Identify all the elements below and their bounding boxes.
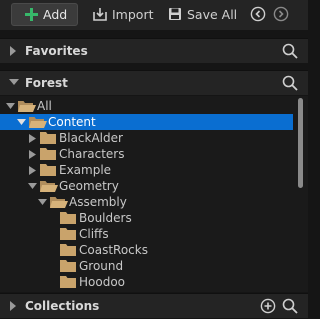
tree-item-label: Hoodoo (79, 275, 126, 289)
chevron-down-icon[interactable] (28, 182, 37, 190)
back-icon[interactable] (250, 6, 266, 22)
toolbar: Add Import Save All (0, 0, 308, 30)
tree-item-ground[interactable]: Ground (0, 258, 293, 274)
add-circle-icon[interactable] (260, 298, 276, 314)
chevron-right-icon (10, 301, 16, 311)
favorites-title: Favorites (25, 44, 88, 58)
folder-icon (60, 260, 76, 272)
tree-item-label: CoastRocks (79, 243, 148, 257)
import-button-label: Import (112, 7, 154, 22)
save-all-button-label: Save All (187, 7, 238, 22)
tree-item-geometry[interactable]: Geometry (0, 178, 293, 194)
tree-item-label: Example (59, 163, 112, 177)
tree-item-label: Ground (79, 259, 124, 273)
folder-icon (40, 148, 56, 160)
tree-item-label: Cliffs (79, 227, 109, 241)
tree-item-all[interactable]: All (0, 98, 293, 114)
tree-item-example[interactable]: Example (0, 162, 293, 178)
tree-item-hoodoo[interactable]: Hoodoo (0, 274, 293, 290)
folder-icon (60, 228, 76, 240)
folder-tree: All Content BlackAlder Characters Exampl… (0, 96, 308, 292)
folder-icon (60, 244, 76, 256)
tree-item-blackalder[interactable]: BlackAlder (0, 130, 293, 146)
search-icon[interactable] (282, 75, 298, 91)
chevron-down-icon (9, 79, 19, 85)
tree-item-characters[interactable]: Characters (0, 146, 293, 162)
chevron-right-icon[interactable] (29, 166, 36, 175)
save-all-button[interactable]: Save All (168, 3, 238, 26)
chevron-right-icon[interactable] (29, 150, 36, 159)
chevron-right-icon[interactable] (29, 134, 36, 143)
plus-icon (24, 7, 38, 21)
tree-item-assembly[interactable]: Assembly (0, 194, 293, 210)
tree-scrollbar[interactable] (295, 96, 305, 292)
chevron-right-icon (10, 46, 16, 56)
import-button[interactable]: Import (92, 3, 154, 26)
favorites-section-header[interactable]: Favorites (0, 38, 308, 63)
chevron-down-icon[interactable] (38, 198, 47, 206)
forward-icon[interactable] (273, 6, 289, 22)
folder-open-icon (50, 197, 68, 208)
tree-item-coastrocks[interactable]: CoastRocks (0, 242, 293, 258)
tree-item-label: Characters (59, 147, 125, 161)
tree-item-label: Boulders (79, 211, 132, 225)
collections-title: Collections (25, 299, 100, 313)
import-icon (93, 8, 107, 21)
folder-open-icon (40, 181, 58, 192)
search-icon[interactable] (282, 298, 298, 314)
folder-icon (40, 164, 56, 176)
forest-title: Forest (25, 76, 68, 90)
folder-open-icon (18, 101, 36, 112)
forest-section-header[interactable]: Forest (0, 70, 308, 95)
tree-item-label: Assembly (69, 195, 127, 209)
folder-open-icon (29, 117, 47, 128)
tree-item-label: BlackAlder (59, 131, 123, 145)
folder-icon (60, 212, 76, 224)
folder-icon (40, 132, 56, 144)
tree-item-cliffs[interactable]: Cliffs (0, 226, 293, 242)
folder-icon (60, 276, 76, 288)
tree-item-label: All (37, 99, 52, 113)
save-icon (169, 8, 181, 20)
add-button[interactable]: Add (11, 3, 78, 26)
tree-item-content[interactable]: Content (0, 114, 293, 130)
collections-section-header[interactable]: Collections (0, 293, 308, 318)
tree-item-label: Geometry (59, 179, 119, 193)
chevron-down-icon[interactable] (6, 102, 15, 110)
search-icon[interactable] (282, 43, 298, 59)
chevron-down-icon[interactable] (17, 118, 26, 126)
tree-item-label: Content (48, 115, 96, 129)
scrollbar-thumb[interactable] (298, 98, 303, 188)
add-button-label: Add (43, 7, 68, 22)
tree-item-boulders[interactable]: Boulders (0, 210, 293, 226)
